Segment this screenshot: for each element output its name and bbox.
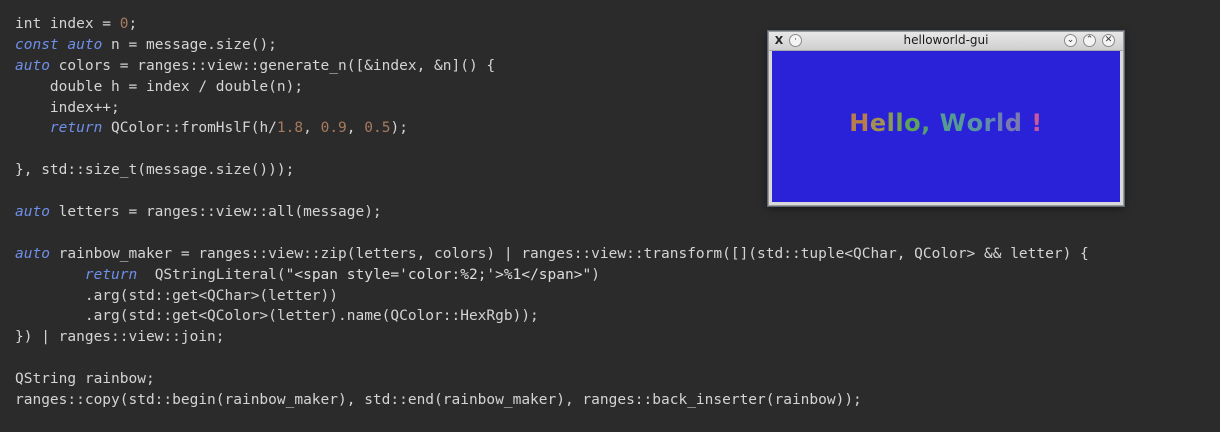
hello-letter: d	[1004, 109, 1023, 137]
code-token-number: 0	[119, 16, 129, 32]
code-token-keyword: auto	[15, 57, 50, 74]
code-line[interactable]: .arg(std::get<QColor>(letter).name(QColo…	[15, 306, 1089, 327]
code-token-plain: .arg(std::get<QColor>(letter).name(QColo…	[15, 308, 539, 325]
code-token-plain: ranges::copy(std::begin(rainbow_maker), …	[15, 392, 862, 409]
hello-letter: l	[886, 109, 896, 137]
hello-letter: l	[995, 109, 1005, 137]
helloworld-gui-window[interactable]: X · helloworld-gui ⌄ ⌃ ✕ Hello, World !	[768, 31, 1124, 206]
code-line[interactable]	[15, 223, 1089, 244]
hello-letter: ,	[921, 109, 931, 137]
code-line[interactable]: .arg(std::get<QChar>(letter))	[15, 286, 1089, 307]
hello-letter: !	[1031, 109, 1043, 137]
code-token-plain: )	[591, 266, 600, 283]
code-token-plain: rainbow_maker = ranges::view::zip(letter…	[49, 245, 1089, 262]
code-token-number: 0.9	[320, 120, 347, 137]
code-token-plain: );	[390, 120, 408, 137]
hello-letter: e	[869, 109, 887, 137]
code-token-plain: index++;	[15, 99, 120, 116]
code-token-number: 0.5	[364, 120, 391, 137]
code-token-plain: ,	[303, 120, 321, 137]
code-line[interactable]: QString rainbow;	[15, 369, 1089, 390]
hello-letter: W	[939, 109, 967, 137]
maximize-icon[interactable]: ⌃	[1083, 34, 1096, 47]
hello-letter: o	[904, 109, 922, 137]
code-token-string: "<span style='color:%2;'>%1</span>"	[285, 266, 592, 283]
code-token-plain: letters = ranges::view::all(message);	[49, 204, 382, 221]
code-token-plain: QString rainbow;	[15, 371, 155, 388]
code-token-keyword: return	[49, 120, 103, 137]
code-token-keyword: return	[84, 266, 138, 283]
hello-world-label: Hello, World !	[772, 109, 1120, 137]
code-token-keyword: auto	[15, 204, 50, 221]
code-token-plain: QColor::fromHslF(h/	[102, 120, 277, 137]
code-token-keyword: const	[15, 36, 59, 53]
hello-letter: o	[966, 109, 984, 137]
code-token-plain: QStringLiteral(	[137, 266, 286, 283]
code-line[interactable]: return QStringLiteral("<span style='colo…	[15, 265, 1089, 286]
hello-letter: r	[983, 109, 996, 137]
code-token-plain: ;	[128, 16, 138, 32]
code-token-plain: colors = ranges::view::generate_n([&inde…	[49, 57, 496, 74]
hello-letter	[1022, 109, 1031, 137]
code-token-plain: .arg(std::get<QChar>(letter))	[15, 287, 339, 304]
code-token-keyword: auto	[67, 36, 103, 53]
code-token-plain: n = message.size();	[102, 36, 277, 53]
code-token-plain: double h = index / double(n);	[15, 78, 304, 95]
code-line[interactable]	[15, 348, 1089, 369]
hello-letter: l	[895, 109, 905, 137]
code-token-number: 1.8	[276, 120, 304, 137]
code-token-plain: }) | ranges::view::join;	[15, 329, 225, 346]
code-token-plain: int index =	[15, 16, 120, 32]
code-token-plain: }, std::size_t(message.size()));	[15, 162, 295, 179]
code-token-keyword: auto	[15, 245, 50, 262]
window-titlebar[interactable]: X · helloworld-gui ⌄ ⌃ ✕	[769, 32, 1123, 51]
window-client-area: Hello, World !	[772, 51, 1120, 202]
minimize-icon[interactable]: ⌄	[1064, 34, 1077, 47]
code-token-plain: ,	[346, 120, 365, 137]
hello-letter: H	[849, 109, 870, 137]
hello-letter	[931, 109, 940, 137]
code-line[interactable]: ranges::copy(std::begin(rainbow_maker), …	[15, 390, 1089, 411]
close-icon[interactable]: ✕	[1102, 34, 1115, 47]
code-line[interactable]: auto rainbow_maker = ranges::view::zip(l…	[15, 244, 1089, 265]
code-line[interactable]: }) | ranges::view::join;	[15, 327, 1089, 348]
